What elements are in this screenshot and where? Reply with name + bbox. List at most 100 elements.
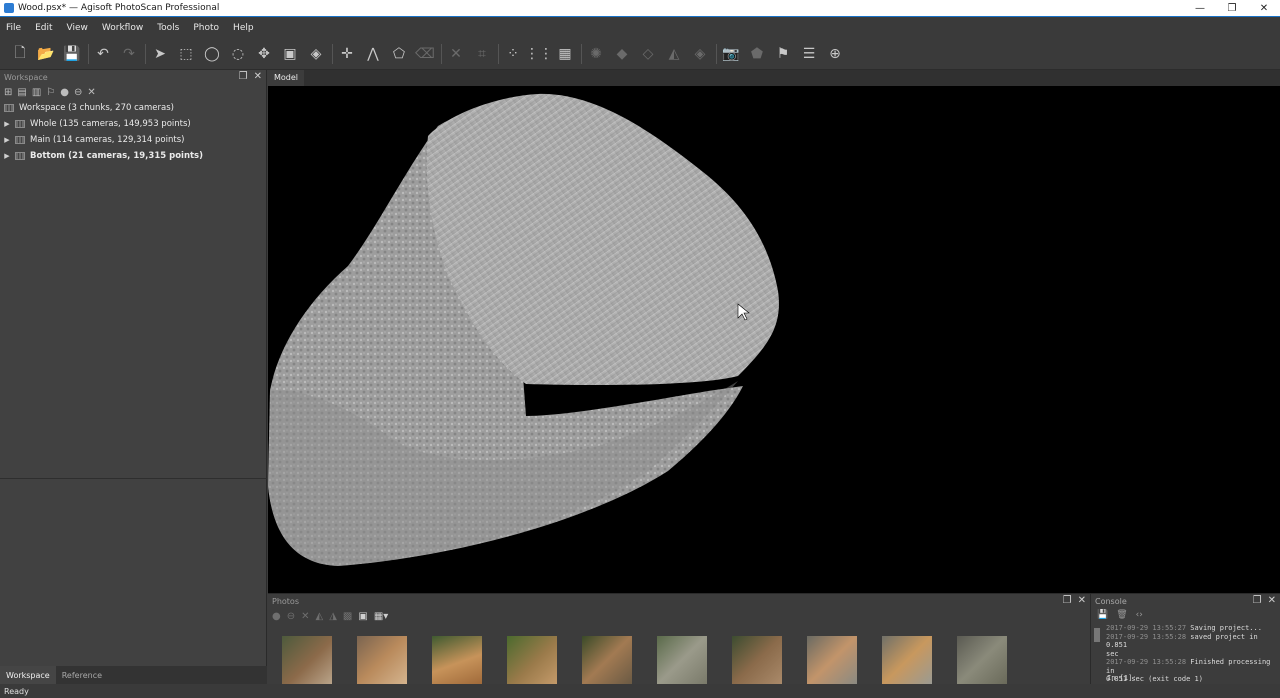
ruler-icon[interactable]: ✛ — [337, 44, 357, 64]
open-icon[interactable]: 📂 — [36, 44, 56, 64]
new-icon[interactable]: 🗋 — [10, 44, 30, 64]
point-cloud-icon[interactable]: ⁘ — [503, 44, 523, 64]
polygon-icon[interactable]: ⋀ — [363, 44, 383, 64]
free-select-icon[interactable]: ◌ — [228, 44, 248, 64]
tree-chunk-whole[interactable]: ▶ Whole (135 cameras, 149,953 points) — [2, 116, 266, 132]
undo-icon[interactable]: ↶ — [93, 44, 113, 64]
view-mode-icon[interactable]: ▣ — [358, 611, 367, 622]
photo-thumbnail[interactable]: ✓ — [882, 636, 932, 684]
close-panel-icon[interactable]: ✕ — [1078, 595, 1086, 606]
clear-log-icon[interactable]: 🗑 — [1116, 610, 1127, 624]
photo-thumbnail[interactable]: ✓ — [732, 636, 782, 684]
disable-icon[interactable]: ⊖ — [74, 87, 82, 98]
disable-photo-icon[interactable]: ⊖ — [287, 611, 295, 622]
move-region-icon[interactable]: ✥ — [254, 44, 274, 64]
delete-icon[interactable]: ✕ — [446, 44, 466, 64]
app-icon — [4, 3, 14, 13]
camera-icon[interactable]: 📷 — [721, 44, 741, 64]
save-icon[interactable]: 💾 — [62, 44, 82, 64]
photo-thumbnail[interactable]: ✓ — [807, 636, 857, 684]
expand-arrow-icon[interactable]: ▶ — [2, 136, 12, 144]
console-title: Console — [1095, 596, 1127, 606]
restore-button[interactable]: ❐ — [1216, 0, 1248, 17]
resize-region-icon[interactable]: ▣ — [280, 44, 300, 64]
menu-photo[interactable]: Photo — [193, 23, 219, 33]
console-toolbar: 💾 🗑 ‹› — [1091, 610, 1143, 624]
photo-thumbnail[interactable]: ✓ — [432, 636, 482, 684]
shaded-icon[interactable]: ◇ — [638, 44, 658, 64]
remove-icon[interactable]: ✕ — [87, 87, 95, 98]
menu-help[interactable]: Help — [233, 23, 254, 33]
rect-select-icon[interactable]: ⬚ — [176, 44, 196, 64]
chunk-label: Main (114 cameras, 129,314 points) — [30, 135, 185, 145]
expand-arrow-icon[interactable]: ▶ — [2, 120, 12, 128]
close-button[interactable]: ✕ — [1248, 0, 1280, 17]
photo-thumbnail[interactable]: ✓ — [507, 636, 557, 684]
float-panel-icon[interactable]: ❐ — [1253, 595, 1262, 606]
add-chunk-icon[interactable]: ⊞ — [4, 87, 12, 98]
add-photos-icon[interactable]: ▤ — [17, 87, 26, 98]
minimize-button[interactable]: — — [1184, 0, 1216, 17]
tree-root[interactable]: Workspace (3 chunks, 270 cameras) — [2, 100, 266, 116]
tab-workspace[interactable]: Workspace — [0, 666, 56, 684]
region-icon[interactable]: ⊕ — [825, 44, 845, 64]
navigation-icon[interactable]: ➤ — [150, 44, 170, 64]
remove-photo-icon[interactable]: ✕ — [301, 611, 309, 622]
console-line: sec — [1106, 649, 1119, 658]
redo-icon[interactable]: ↷ — [119, 44, 139, 64]
sparse-cloud-icon[interactable]: ⋮⋮ — [525, 44, 553, 64]
menu-edit[interactable]: Edit — [35, 23, 52, 33]
close-panel-icon[interactable]: ✕ — [1268, 595, 1276, 606]
script-icon[interactable]: ‹› — [1136, 610, 1143, 624]
tiled-model-icon[interactable]: ✺ — [586, 44, 606, 64]
float-panel-icon[interactable]: ❐ — [239, 71, 248, 82]
scrollbar-icon[interactable] — [1094, 628, 1100, 642]
add-folder-icon[interactable]: ▥ — [32, 87, 41, 98]
shape-icon[interactable]: ⬠ — [389, 44, 409, 64]
expand-arrow-icon[interactable]: ▶ — [2, 152, 12, 160]
tree-root-label: Workspace (3 chunks, 270 cameras) — [19, 103, 174, 113]
chunk-icon — [15, 152, 25, 160]
save-log-icon[interactable]: 💾 — [1097, 610, 1108, 624]
menu-view[interactable]: View — [67, 23, 88, 33]
thumbnail-size-icon[interactable]: ▦▾ — [374, 611, 388, 622]
console-input[interactable]: In [1]: — [1107, 674, 1137, 682]
menu-workflow[interactable]: Workflow — [102, 23, 143, 33]
window-title: Wood.psx* — Agisoft PhotoScan Profession… — [18, 3, 220, 13]
enable-icon[interactable]: ● — [60, 87, 69, 98]
chunk-label: Whole (135 cameras, 149,953 points) — [30, 119, 191, 129]
photo-thumbnail[interactable]: ✓ — [282, 636, 332, 684]
solid-model-icon[interactable]: ◆ — [612, 44, 632, 64]
photo-thumbnail[interactable]: ✓ — [582, 636, 632, 684]
tree-chunk-bottom[interactable]: ▶ Bottom (21 cameras, 19,315 points) — [2, 148, 266, 164]
circle-select-icon[interactable]: ◯ — [202, 44, 222, 64]
tab-reference[interactable]: Reference — [56, 671, 108, 680]
mask-icon[interactable]: ▩ — [343, 611, 352, 622]
dense-cloud-icon[interactable]: ▦ — [555, 44, 575, 64]
console-line: 2017-09-29 13:55:28 saved project in 0.8… — [1106, 632, 1258, 650]
wireframe-icon[interactable]: ◭ — [664, 44, 684, 64]
crop-icon[interactable]: ⌗ — [472, 44, 492, 64]
float-panel-icon[interactable]: ❐ — [1063, 595, 1072, 606]
rotate-object-icon[interactable]: ◈ — [306, 44, 326, 64]
photo-thumbnail[interactable]: ✓ — [657, 636, 707, 684]
enable-photo-icon[interactable]: ● — [272, 611, 281, 622]
eraser-icon[interactable]: ⌫ — [415, 44, 435, 64]
tab-model[interactable]: Model — [268, 70, 305, 86]
wood-log-model[interactable] — [268, 86, 1280, 593]
rotate-right-icon[interactable]: ◮ — [329, 611, 337, 622]
layers-icon[interactable]: ☰ — [799, 44, 819, 64]
rotate-left-icon[interactable]: ◭ — [316, 611, 324, 622]
marker-icon[interactable]: ⚑ — [773, 44, 793, 64]
photo-thumbnail[interactable]: ✓ — [357, 636, 407, 684]
status-text: Ready — [4, 686, 29, 696]
add-markers-icon[interactable]: ⚐ — [46, 87, 55, 98]
menu-file[interactable]: File — [6, 23, 21, 33]
photo-thumbnail[interactable]: ✓ — [957, 636, 1007, 684]
close-panel-icon[interactable]: ✕ — [254, 71, 262, 82]
textured-icon[interactable]: ◈ — [690, 44, 710, 64]
menu-tools[interactable]: Tools — [157, 23, 179, 33]
shapes-icon[interactable]: ⬟ — [747, 44, 767, 64]
tree-chunk-main[interactable]: ▶ Main (114 cameras, 129,314 points) — [2, 132, 266, 148]
model-viewport[interactable]: Model — [268, 70, 1280, 593]
